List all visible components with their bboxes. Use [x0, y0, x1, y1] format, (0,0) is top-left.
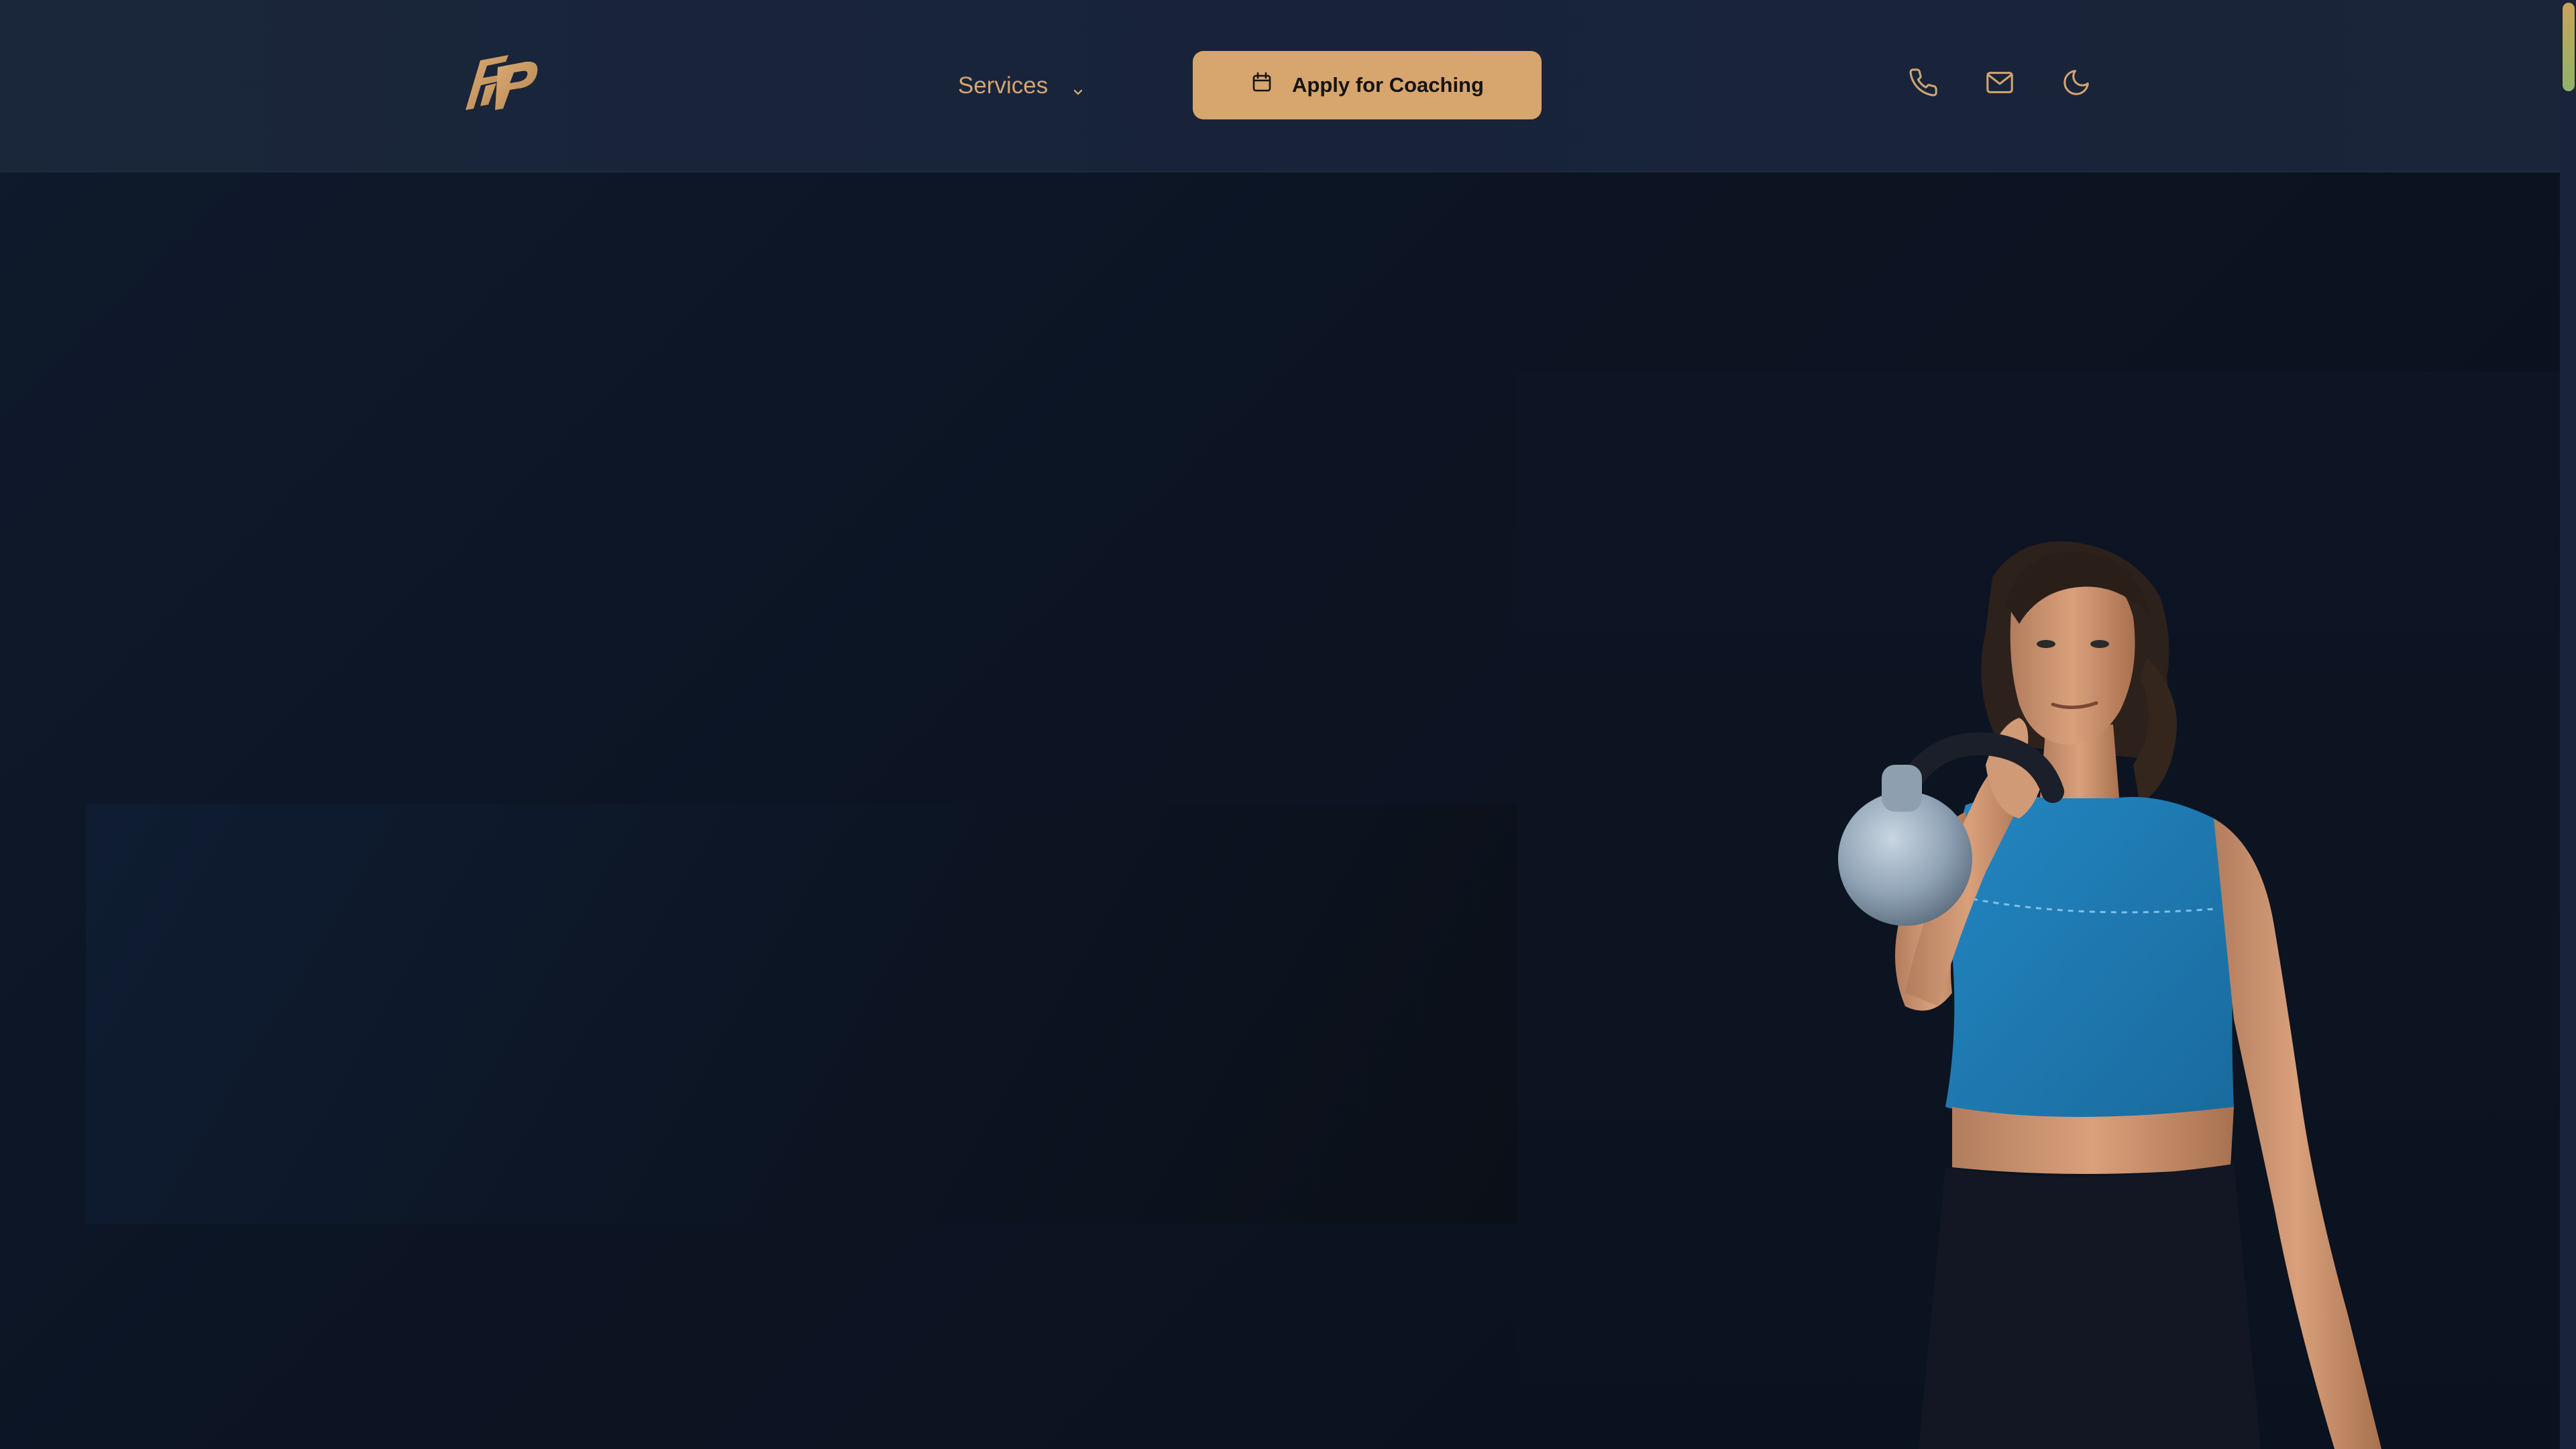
calendar-icon: [1250, 71, 1273, 99]
hero-photo: [1704, 523, 2442, 1449]
logo[interactable]: [462, 48, 543, 115]
chevron-down-icon: [1071, 78, 1085, 95]
scrollbar-thumb[interactable]: [2563, 3, 2575, 91]
scrollbar[interactable]: [2560, 0, 2576, 1449]
apply-coaching-label: Apply for Coaching: [1292, 73, 1484, 97]
services-label: Services: [958, 72, 1049, 99]
page: Services Apply for Coaching: [0, 0, 2576, 1449]
moon-icon[interactable]: [2061, 67, 2092, 98]
phone-icon[interactable]: [1908, 67, 1939, 98]
site-header: Services Apply for Coaching: [0, 0, 2560, 172]
mail-icon[interactable]: [1984, 67, 2015, 98]
services-menu[interactable]: Services: [958, 64, 1085, 107]
hero-text-panel: [86, 804, 1517, 1224]
apply-coaching-button[interactable]: Apply for Coaching: [1193, 51, 1542, 119]
